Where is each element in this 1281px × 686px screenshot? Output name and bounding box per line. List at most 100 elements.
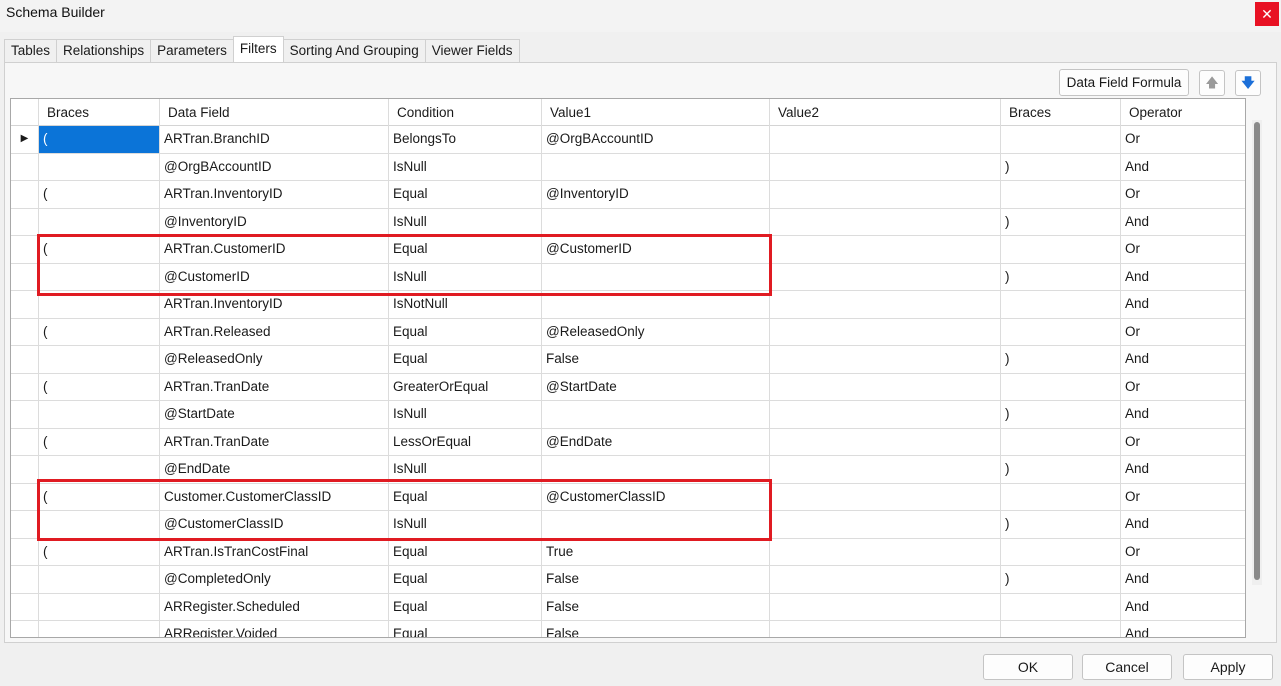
operator-cell[interactable]: Or [1121,236,1245,263]
braces-close-cell[interactable] [1001,318,1121,345]
ok-button[interactable]: OK [983,654,1073,680]
value1-cell[interactable]: False [542,566,770,593]
table-row[interactable]: @OrgBAccountID IsNull) And [11,153,1245,181]
scrollbar-thumb[interactable] [1254,122,1260,580]
operator-cell[interactable]: And [1121,621,1245,637]
data-field-formula-button[interactable]: Data Field Formula [1059,69,1189,96]
braces-open-cell[interactable]: ( [39,428,160,455]
data-field-cell[interactable]: @CustomerClassID [160,511,389,538]
operator-cell[interactable]: Or [1121,484,1245,511]
value2-cell[interactable] [770,593,1001,620]
operator-cell[interactable]: And [1121,566,1245,593]
braces-close-cell[interactable] [1001,621,1121,637]
table-row[interactable]: (ARTran.InventoryID Equal @InventoryID Or [11,181,1245,209]
value1-cell[interactable]: @CustomerID [542,236,770,263]
table-row[interactable]: @StartDate IsNull) And [11,401,1245,429]
data-field-cell[interactable]: @InventoryID [160,208,389,235]
value1-cell[interactable]: @EndDate [542,428,770,455]
column-header-braces-open[interactable]: Braces [39,99,160,126]
value1-cell[interactable]: @ReleasedOnly [542,318,770,345]
value1-cell[interactable] [542,511,770,538]
condition-cell[interactable]: Equal [389,621,542,637]
data-field-cell[interactable]: ARTran.BranchID [160,126,389,153]
data-field-cell[interactable]: ARRegister.Scheduled [160,593,389,620]
table-row[interactable]: ▶(ARTran.BranchID BelongsTo @OrgBAccountID… [11,126,1245,154]
row-indicator[interactable] [11,373,39,400]
row-indicator[interactable] [11,236,39,263]
braces-open-cell[interactable] [39,456,160,483]
braces-open-cell[interactable]: ( [39,538,160,565]
column-header-braces-close[interactable]: Braces [1001,99,1121,126]
operator-cell[interactable]: And [1121,401,1245,428]
row-indicator[interactable] [11,291,39,318]
braces-close-cell[interactable]: ) [1001,263,1121,290]
tab-relationships[interactable]: Relationships [56,39,152,63]
column-header-value2[interactable]: Value2 [770,99,1001,126]
condition-cell[interactable]: IsNotNull [389,291,542,318]
table-row[interactable]: @CustomerID IsNull) And [11,263,1245,291]
table-row[interactable]: (ARTran.TranDate LessOrEqual @EndDate Or [11,428,1245,456]
table-row[interactable]: ARTran.InventoryID IsNotNull And [11,291,1245,319]
braces-open-cell[interactable] [39,593,160,620]
table-row[interactable]: @InventoryID IsNull) And [11,208,1245,236]
braces-open-cell[interactable] [39,621,160,637]
value2-cell[interactable] [770,428,1001,455]
table-row[interactable]: ARRegister.Scheduled Equal False And [11,593,1245,621]
row-indicator[interactable] [11,153,39,180]
value2-cell[interactable] [770,236,1001,263]
operator-cell[interactable]: And [1121,511,1245,538]
data-field-cell[interactable]: @CompletedOnly [160,566,389,593]
table-row[interactable]: @CompletedOnly Equal False) And [11,566,1245,594]
data-field-cell[interactable]: @OrgBAccountID [160,153,389,180]
move-up-button[interactable]: 🡅 [1199,70,1225,96]
data-field-cell[interactable]: @CustomerID [160,263,389,290]
condition-cell[interactable]: Equal [389,236,542,263]
value2-cell[interactable] [770,208,1001,235]
operator-cell[interactable]: And [1121,264,1245,291]
value2-cell[interactable] [770,126,1001,153]
value1-cell[interactable] [542,456,770,483]
operator-cell[interactable]: Or [1121,319,1245,346]
value2-cell[interactable] [770,621,1001,637]
braces-open-cell[interactable]: ( [39,236,160,263]
value1-cell[interactable]: False [542,593,770,620]
row-indicator[interactable] [11,181,39,208]
value2-cell[interactable] [770,291,1001,318]
braces-open-cell[interactable] [39,153,160,180]
operator-cell[interactable]: And [1121,346,1245,373]
condition-cell[interactable]: LessOrEqual [389,428,542,455]
braces-close-cell[interactable] [1001,483,1121,510]
braces-close-cell[interactable] [1001,291,1121,318]
row-indicator[interactable] [11,456,39,483]
value2-cell[interactable] [770,346,1001,373]
braces-close-cell[interactable]: ) [1001,401,1121,428]
operator-cell[interactable]: And [1121,209,1245,236]
braces-open-cell[interactable] [39,566,160,593]
data-field-cell[interactable]: @StartDate [160,401,389,428]
data-field-cell[interactable]: Customer.CustomerClassID [160,483,389,510]
braces-close-cell[interactable] [1001,236,1121,263]
braces-close-cell[interactable] [1001,126,1121,153]
braces-close-cell[interactable]: ) [1001,456,1121,483]
tab-sorting-and-grouping[interactable]: Sorting And Grouping [282,39,426,63]
move-down-button[interactable]: 🡇 [1235,70,1261,96]
braces-close-cell[interactable]: ) [1001,208,1121,235]
apply-button[interactable]: Apply [1183,654,1273,680]
value1-cell[interactable]: @InventoryID [542,181,770,208]
condition-cell[interactable]: Equal [389,483,542,510]
value1-cell[interactable]: @CustomerClassID [542,483,770,510]
operator-cell[interactable]: Or [1121,539,1245,566]
close-button[interactable]: ✕ [1255,2,1279,26]
column-header-condition[interactable]: Condition [389,99,542,126]
condition-cell[interactable]: Equal [389,566,542,593]
row-indicator[interactable] [11,511,39,538]
data-field-cell[interactable]: ARTran.IsTranCostFinal [160,538,389,565]
cancel-button[interactable]: Cancel [1082,654,1172,680]
value1-cell[interactable]: @OrgBAccountID [542,126,770,153]
row-indicator[interactable] [11,621,39,637]
row-indicator[interactable] [11,483,39,510]
column-header-value1[interactable]: Value1 [542,99,770,126]
data-field-cell[interactable]: @ReleasedOnly [160,346,389,373]
data-field-cell[interactable]: ARTran.TranDate [160,428,389,455]
filters-grid[interactable]: Braces Data Field Condition Value1 Value… [10,98,1246,638]
